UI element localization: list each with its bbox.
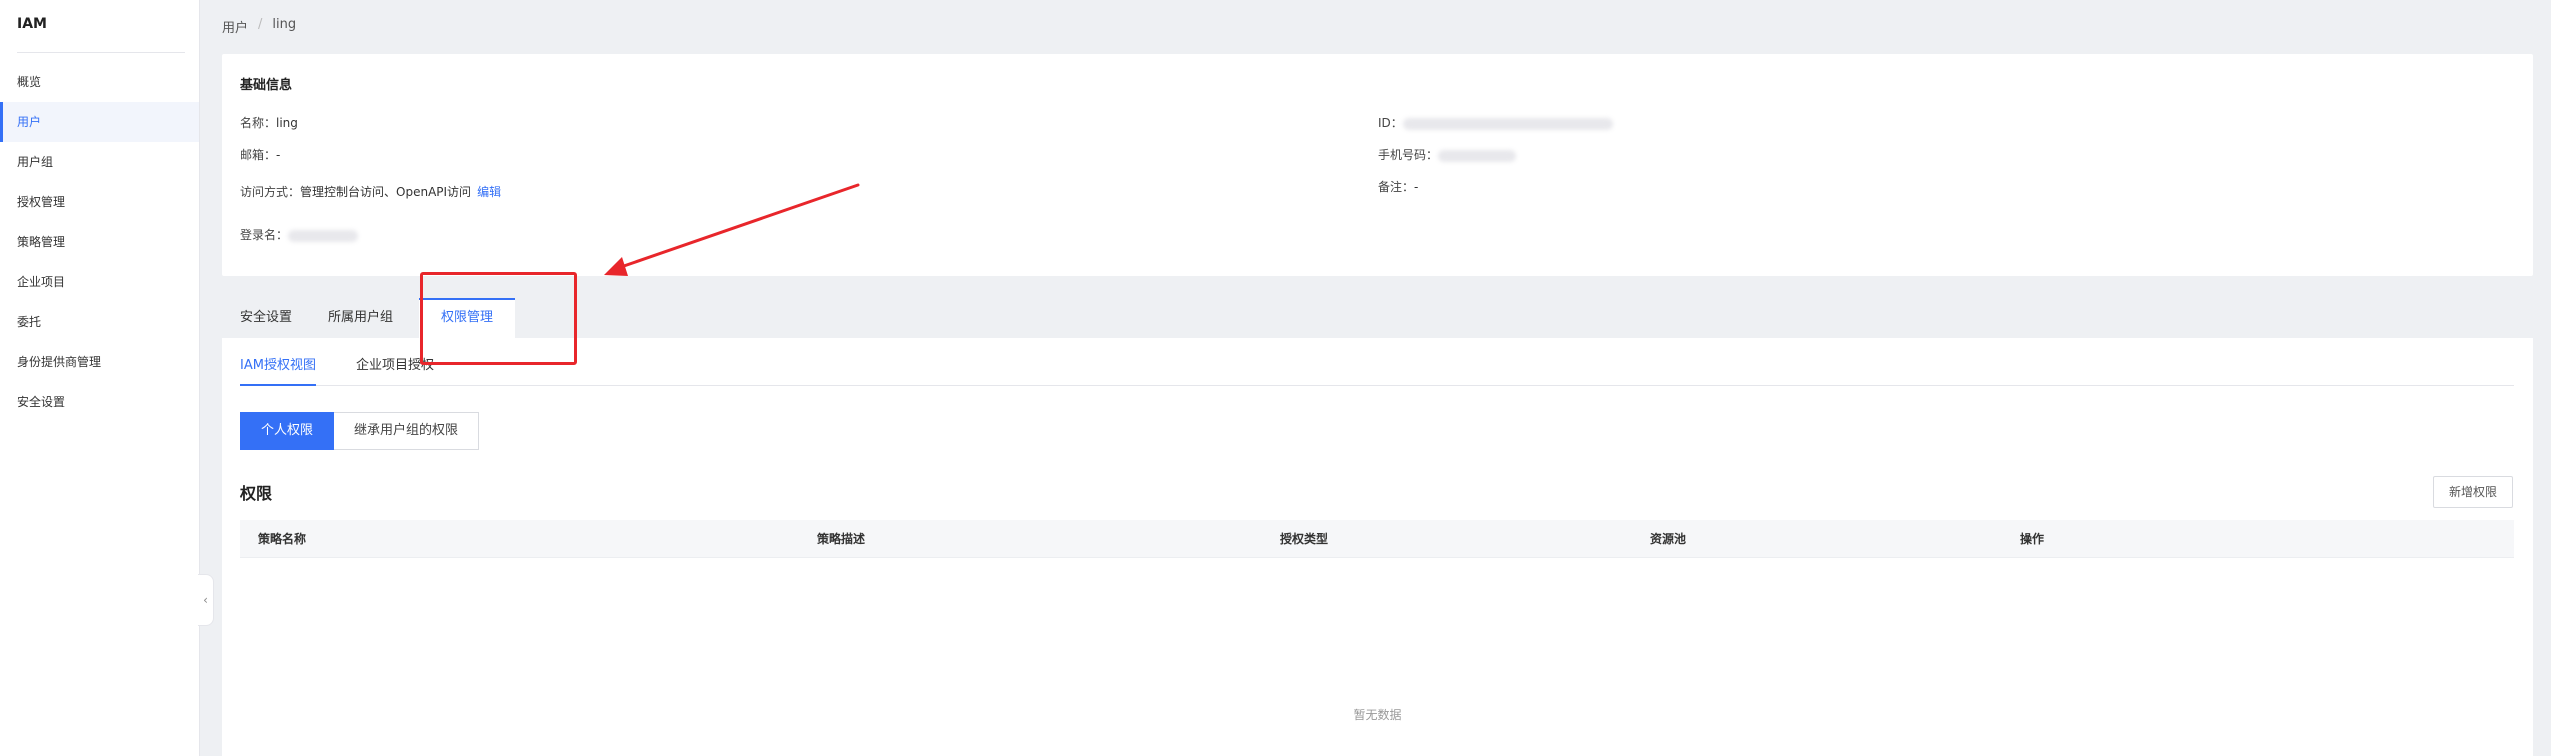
column-resource-pool: 资源池: [1650, 532, 1687, 546]
permission-scope-toggle: 个人权限 继承用户组的权限: [240, 412, 480, 450]
login-name-field: 登录名：: [240, 226, 359, 243]
sidebar-item-policies[interactable]: 策略管理: [0, 222, 199, 262]
access-mode-label: 访问方式：: [240, 185, 301, 199]
access-mode-field: 访问方式：管理控制台访问、OpenAPI访问 编辑: [240, 183, 501, 200]
name-value: ling: [276, 116, 298, 130]
tab-user-groups[interactable]: 所属用户组: [310, 298, 411, 338]
id-label: ID：: [1378, 116, 1403, 130]
login-name-redacted: [288, 229, 359, 242]
permission-subtabs: IAM授权视图 企业项目授权: [240, 352, 2514, 386]
name-field: 名称：ling: [240, 114, 298, 131]
id-field: ID：: [1378, 114, 1613, 131]
breadcrumb: 用户 / ling: [222, 17, 296, 36]
remark-label: 备注：: [1378, 180, 1415, 194]
phone-field: 手机号码：: [1378, 146, 1517, 163]
edit-access-link[interactable]: 编辑: [477, 185, 501, 199]
email-value: -: [276, 148, 281, 162]
login-name-label: 登录名：: [240, 228, 289, 242]
sidebar-item-security-settings[interactable]: 安全设置: [0, 382, 199, 422]
permissions-title: 权限: [240, 484, 273, 503]
sidebar: IAM 概览 用户 用户组 授权管理 策略管理 企业项目 委托 身份提供商管理 …: [0, 0, 200, 756]
remark-field: 备注：-: [1378, 178, 1418, 195]
app-title: IAM: [17, 16, 47, 32]
sidebar-item-identity-providers[interactable]: 身份提供商管理: [0, 342, 199, 382]
sidebar-nav: 概览 用户 用户组 授权管理 策略管理 企业项目 委托 身份提供商管理 安全设置: [0, 62, 199, 422]
phone-redacted: [1438, 149, 1517, 162]
basic-info-title: 基础信息: [240, 78, 293, 93]
basic-info-card: 基础信息 名称：ling 邮箱：- 访问方式：管理控制台访问、OpenAPI访问…: [222, 54, 2533, 276]
email-field: 邮箱：-: [240, 146, 280, 163]
sidebar-divider: [17, 52, 185, 53]
subtab-iam-authorization-view[interactable]: IAM授权视图: [240, 352, 316, 386]
empty-state-text: 暂无数据: [1353, 708, 1402, 722]
subtab-enterprise-project-authorization[interactable]: 企业项目授权: [356, 352, 434, 386]
sidebar-item-users[interactable]: 用户: [0, 102, 199, 142]
sidebar-item-overview[interactable]: 概览: [0, 62, 199, 102]
access-mode-value: 管理控制台访问、OpenAPI访问: [300, 185, 472, 199]
breadcrumb-current: ling: [272, 17, 297, 32]
personal-permissions-button[interactable]: 个人权限: [240, 412, 335, 450]
inherited-permissions-button[interactable]: 继承用户组的权限: [334, 412, 480, 450]
detail-tabs: 安全设置 所属用户组 权限管理: [222, 298, 516, 338]
column-authorization-type: 授权类型: [1280, 532, 1329, 546]
sidebar-item-enterprise-projects[interactable]: 企业项目: [0, 262, 199, 302]
sidebar-item-authorization[interactable]: 授权管理: [0, 182, 199, 222]
id-redacted: [1402, 117, 1613, 130]
phone-label: 手机号码：: [1378, 148, 1439, 162]
remark-value: -: [1414, 180, 1419, 194]
column-policy-name: 策略名称: [258, 532, 307, 546]
chevron-left-icon: ‹: [203, 593, 208, 607]
column-actions: 操作: [2020, 532, 2045, 546]
add-permission-button[interactable]: 新增权限: [2433, 476, 2513, 508]
column-policy-description: 策略描述: [817, 532, 866, 546]
sidebar-item-agency[interactable]: 委托: [0, 302, 199, 342]
breadcrumb-separator: /: [258, 17, 263, 32]
permissions-table-header: 策略名称 策略描述 授权类型 资源池 操作: [240, 520, 2514, 558]
name-label: 名称：: [240, 116, 277, 130]
permission-panel: IAM授权视图 企业项目授权 个人权限 继承用户组的权限 权限 新增权限 策略名…: [222, 338, 2533, 756]
email-label: 邮箱：: [240, 148, 277, 162]
sidebar-item-user-groups[interactable]: 用户组: [0, 142, 199, 182]
sidebar-collapse-button[interactable]: ‹: [198, 574, 214, 626]
tab-security-settings[interactable]: 安全设置: [222, 298, 310, 338]
breadcrumb-users-link[interactable]: 用户: [222, 17, 248, 36]
tab-permission-management[interactable]: 权限管理: [419, 298, 516, 338]
